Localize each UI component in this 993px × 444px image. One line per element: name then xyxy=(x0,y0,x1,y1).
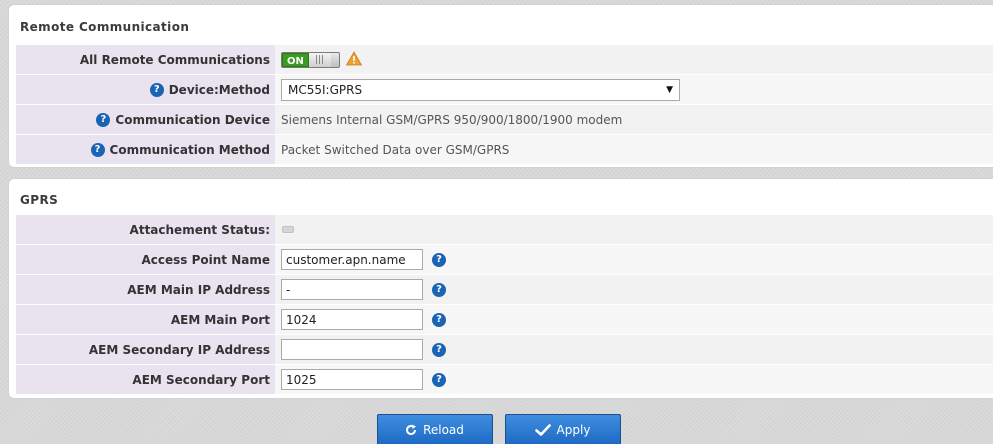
device-method-row: ? Device:Method MC55I:GPRS ▼ xyxy=(16,75,993,105)
aem-main-port-row: AEM Main Port ? xyxy=(16,305,993,335)
aem-secondary-ip-input[interactable] xyxy=(281,339,423,360)
toggle-on-label: ON xyxy=(282,52,309,67)
aem-main-ip-label: AEM Main IP Address xyxy=(16,275,275,304)
chevron-down-icon: ▼ xyxy=(666,84,673,95)
aem-secondary-port-label: AEM Secondary Port xyxy=(16,365,275,394)
communication-device-label: Communication Device xyxy=(115,112,270,127)
checkmark-icon xyxy=(534,423,551,436)
help-icon[interactable]: ? xyxy=(432,252,446,267)
gprs-panel: GPRS Attachement Status: Access Point Na… xyxy=(8,178,993,399)
help-icon[interactable]: ? xyxy=(90,142,105,157)
aem-secondary-port-value: ? xyxy=(275,365,993,394)
toggle-grip xyxy=(308,52,331,67)
gprs-title: GPRS xyxy=(20,193,59,207)
all-remote-communications-row: All Remote Communications ON xyxy=(16,45,993,75)
warning-icon xyxy=(345,50,363,69)
aem-main-port-value: ? xyxy=(275,305,993,334)
help-icon[interactable]: ? xyxy=(96,112,111,127)
access-point-name-row: Access Point Name ? xyxy=(16,245,993,275)
device-method-label: Device:Method xyxy=(168,82,270,97)
aem-main-port-input[interactable] xyxy=(281,309,423,330)
aem-main-ip-value: ? xyxy=(275,275,993,304)
help-icon[interactable]: ? xyxy=(432,342,446,357)
communication-device-value: Siemens Internal GSM/GPRS 950/900/1800/1… xyxy=(275,105,993,134)
aem-secondary-ip-value: ? xyxy=(275,335,993,364)
access-point-name-input[interactable] xyxy=(281,249,423,270)
device-method-value: MC55I:GPRS ▼ xyxy=(275,75,993,104)
access-point-name-label: Access Point Name xyxy=(16,245,275,274)
communication-method-label: Communication Method xyxy=(109,142,270,157)
aem-main-ip-row: AEM Main IP Address ? xyxy=(16,275,993,305)
apply-label: Apply xyxy=(556,422,591,437)
all-remote-communications-label: All Remote Communications xyxy=(16,45,275,74)
aem-main-port-label: AEM Main Port xyxy=(16,305,275,334)
communication-method-row: ? Communication Method Packet Switched D… xyxy=(16,135,993,165)
device-method-label-cell: ? Device:Method xyxy=(16,75,275,104)
communication-device-row: ? Communication Device Siemens Internal … xyxy=(16,105,993,135)
attachment-status-value xyxy=(275,215,993,244)
communication-method-label-cell: ? Communication Method xyxy=(16,135,275,164)
aem-secondary-port-row: AEM Secondary Port ? xyxy=(16,365,993,395)
remote-communication-title: Remote Communication xyxy=(20,20,190,34)
aem-secondary-ip-label: AEM Secondary IP Address xyxy=(16,335,275,364)
communication-device-label-cell: ? Communication Device xyxy=(16,105,275,134)
device-method-selected: MC55I:GPRS xyxy=(288,82,363,97)
attachment-status-row: Attachement Status: xyxy=(16,215,993,245)
remote-communication-panel: Remote Communication All Remote Communic… xyxy=(8,4,993,168)
action-bar: Reload Apply xyxy=(0,414,993,444)
reload-icon xyxy=(405,424,417,436)
all-remote-communications-value: ON xyxy=(275,45,993,74)
access-point-name-value: ? xyxy=(275,245,993,274)
reload-label: Reload xyxy=(423,422,464,437)
help-icon[interactable]: ? xyxy=(432,312,446,327)
help-icon[interactable]: ? xyxy=(149,82,164,97)
communication-method-value: Packet Switched Data over GSM/GPRS xyxy=(275,135,993,164)
reload-button[interactable]: Reload xyxy=(376,414,493,444)
aem-main-ip-input[interactable] xyxy=(281,279,423,300)
device-method-select[interactable]: MC55I:GPRS ▼ xyxy=(281,78,680,101)
apply-button[interactable]: Apply xyxy=(504,414,621,444)
help-icon[interactable]: ? xyxy=(432,372,446,387)
help-icon[interactable]: ? xyxy=(432,282,446,297)
attachment-status-indicator xyxy=(282,226,294,233)
aem-secondary-port-input[interactable] xyxy=(281,369,423,390)
attachment-status-label: Attachement Status: xyxy=(16,215,275,244)
aem-secondary-ip-row: AEM Secondary IP Address ? xyxy=(16,335,993,365)
all-remote-communications-toggle[interactable]: ON xyxy=(281,51,340,68)
